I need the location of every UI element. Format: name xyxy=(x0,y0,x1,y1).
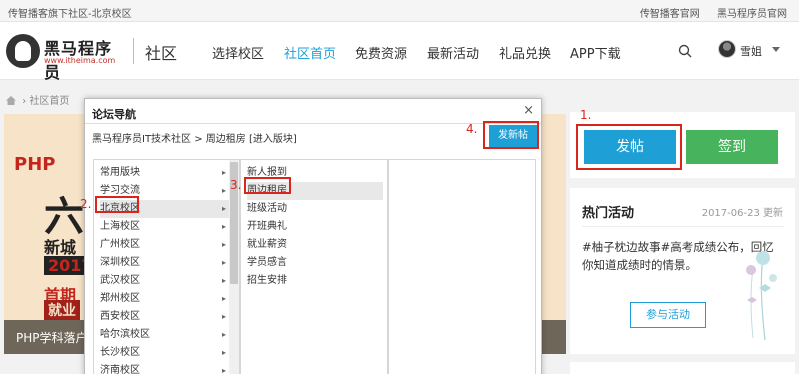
category-item[interactable]: 广州校区 ▸ xyxy=(100,236,230,254)
annotation-number-3: 3. xyxy=(230,178,242,192)
category-label: 济南校区 xyxy=(100,365,140,374)
site-header: 黑马程序员 www.itheima.com 社区 选择校区 社区首页 免费资源 … xyxy=(0,22,799,82)
category-label: 上海校区 xyxy=(100,221,140,232)
board-item[interactable]: 班级活动 xyxy=(247,200,383,218)
section-title: 社区 xyxy=(145,44,178,63)
scrollbar[interactable] xyxy=(229,160,239,374)
home-icon[interactable] xyxy=(6,96,16,105)
chevron-right-icon: ▸ xyxy=(221,312,226,321)
category-label: 西安校区 xyxy=(100,311,140,322)
board-item[interactable]: 就业薪资 xyxy=(247,236,383,254)
chevron-right-icon: ▸ xyxy=(221,222,226,231)
nav-gifts[interactable]: 礼品兑换 xyxy=(499,43,551,62)
search-icon[interactable] xyxy=(678,44,692,58)
nav-select-campus[interactable]: 选择校区 xyxy=(212,43,264,62)
divider xyxy=(582,226,784,227)
chevron-right-icon: ▸ xyxy=(221,366,226,374)
sign-in-button[interactable]: 签到 xyxy=(686,130,778,164)
category-item[interactable]: 哈尔滨校区 ▸ xyxy=(100,326,230,344)
logo[interactable]: 黑马程序员 www.itheima.com xyxy=(6,32,128,82)
category-label: 广州校区 xyxy=(100,239,140,250)
join-activity-button[interactable]: 参与活动 xyxy=(630,302,706,328)
chevron-right-icon: ▸ xyxy=(221,348,226,357)
chevron-right-icon: ▸ xyxy=(221,186,226,195)
category-label: 哈尔滨校区 xyxy=(100,329,150,340)
nav-app-download[interactable]: APP下载 xyxy=(570,43,621,62)
category-item[interactable]: 西安校区 ▸ xyxy=(100,308,230,326)
banner-text-1: PHP xyxy=(14,154,56,175)
category-item[interactable]: 郑州校区 ▸ xyxy=(100,290,230,308)
annotation-number-2: 2. xyxy=(80,197,92,211)
close-icon[interactable]: × xyxy=(523,103,534,118)
next-card xyxy=(570,362,795,374)
chevron-right-icon: ▸ xyxy=(221,294,226,303)
category-item[interactable]: 武汉校区 ▸ xyxy=(100,272,230,290)
dialog-title: 论坛导航 xyxy=(92,108,136,121)
chevron-right-icon: ▸ xyxy=(221,204,226,213)
top-links: 传智播客官网 黑马程序员官网 xyxy=(626,5,787,20)
category-label: 学习交流 xyxy=(100,185,140,196)
hot-activity-card: 热门活动 2017-06-23 更新 #柚子枕边故事#高考成绩公布，回忆你知道成… xyxy=(570,188,795,354)
nav-free-resources[interactable]: 免费资源 xyxy=(355,43,407,62)
chevron-right-icon: ▸ xyxy=(221,168,226,177)
board-item[interactable]: 开班典礼 xyxy=(247,218,383,236)
category-label: 武汉校区 xyxy=(100,275,140,286)
category-item[interactable]: 济南校区 ▸ xyxy=(100,362,230,374)
hot-date: 2017-06-23 更新 xyxy=(701,208,783,219)
category-label: 深圳校区 xyxy=(100,257,140,268)
brand-url: www.itheima.com xyxy=(44,56,116,65)
flower-illustration-icon xyxy=(746,251,777,341)
annotation-number-1: 1. xyxy=(580,108,592,122)
logo-mark-icon xyxy=(6,34,40,68)
breadcrumb: › 社区首页 xyxy=(6,92,69,107)
forum-nav-dialog: 论坛导航 × 黑马程序员IT技术社区 > 周边租房 [进入版块] 发新帖 常用版… xyxy=(84,98,542,374)
category-item[interactable]: 长沙校区 ▸ xyxy=(100,344,230,362)
chevron-right-icon: ▸ xyxy=(221,276,226,285)
breadcrumb-sep: › xyxy=(22,96,27,107)
breadcrumb-current[interactable]: 社区首页 xyxy=(29,96,69,107)
dialog-path[interactable]: 黑马程序员IT技术社区 > 周边租房 [进入版块] xyxy=(92,130,297,145)
category-item[interactable]: 上海校区 ▸ xyxy=(100,218,230,236)
nav-home[interactable]: 社区首页 xyxy=(284,43,336,62)
avatar[interactable] xyxy=(718,40,736,58)
board-item[interactable]: 学员感言 xyxy=(247,254,383,272)
banner-text-3: 新城 xyxy=(44,238,77,257)
campus-text: 传智播客旗下社区-北京校区 xyxy=(8,9,132,20)
hot-title: 热门活动 xyxy=(582,206,635,221)
annotation-box-2 xyxy=(95,196,139,213)
annotation-box-1 xyxy=(576,124,682,170)
top-strip: 传智播客旗下社区-北京校区 传智播客官网 黑马程序员官网 xyxy=(0,0,799,22)
banner-caption-text: PHP学科落户 xyxy=(16,331,88,345)
category-label: 常用版块 xyxy=(100,167,140,178)
annotation-number-4: 4. xyxy=(466,122,478,136)
nav-activities[interactable]: 最新活动 xyxy=(427,43,479,62)
link-chuanzhi[interactable]: 传智播客官网 xyxy=(640,9,700,20)
category-item[interactable]: 常用版块 ▸ xyxy=(100,164,230,182)
category-label: 长沙校区 xyxy=(100,347,140,358)
header-divider xyxy=(133,38,134,64)
chevron-right-icon: ▸ xyxy=(221,258,226,267)
category-label: 郑州校区 xyxy=(100,293,140,304)
chevron-down-icon[interactable] xyxy=(772,47,780,52)
category-column: 常用版块 ▸ 学习交流 ▸ 北京校区 ▸ 上海校区 ▸ 广州校区 ▸ 深圳校区 ▸ 武汉校区… xyxy=(93,159,240,374)
chevron-right-icon: ▸ xyxy=(221,330,226,339)
category-item[interactable]: 深圳校区 ▸ xyxy=(100,254,230,272)
chevron-right-icon: ▸ xyxy=(221,240,226,249)
banner-text-6: 就业 xyxy=(44,300,80,320)
board-item[interactable]: 招生安排 xyxy=(247,272,383,290)
annotation-box-4 xyxy=(483,121,539,149)
subboard-column xyxy=(388,159,536,374)
annotation-box-3 xyxy=(244,177,291,194)
link-heima[interactable]: 黑马程序员官网 xyxy=(717,9,787,20)
username[interactable]: 雪姐 xyxy=(740,43,762,59)
